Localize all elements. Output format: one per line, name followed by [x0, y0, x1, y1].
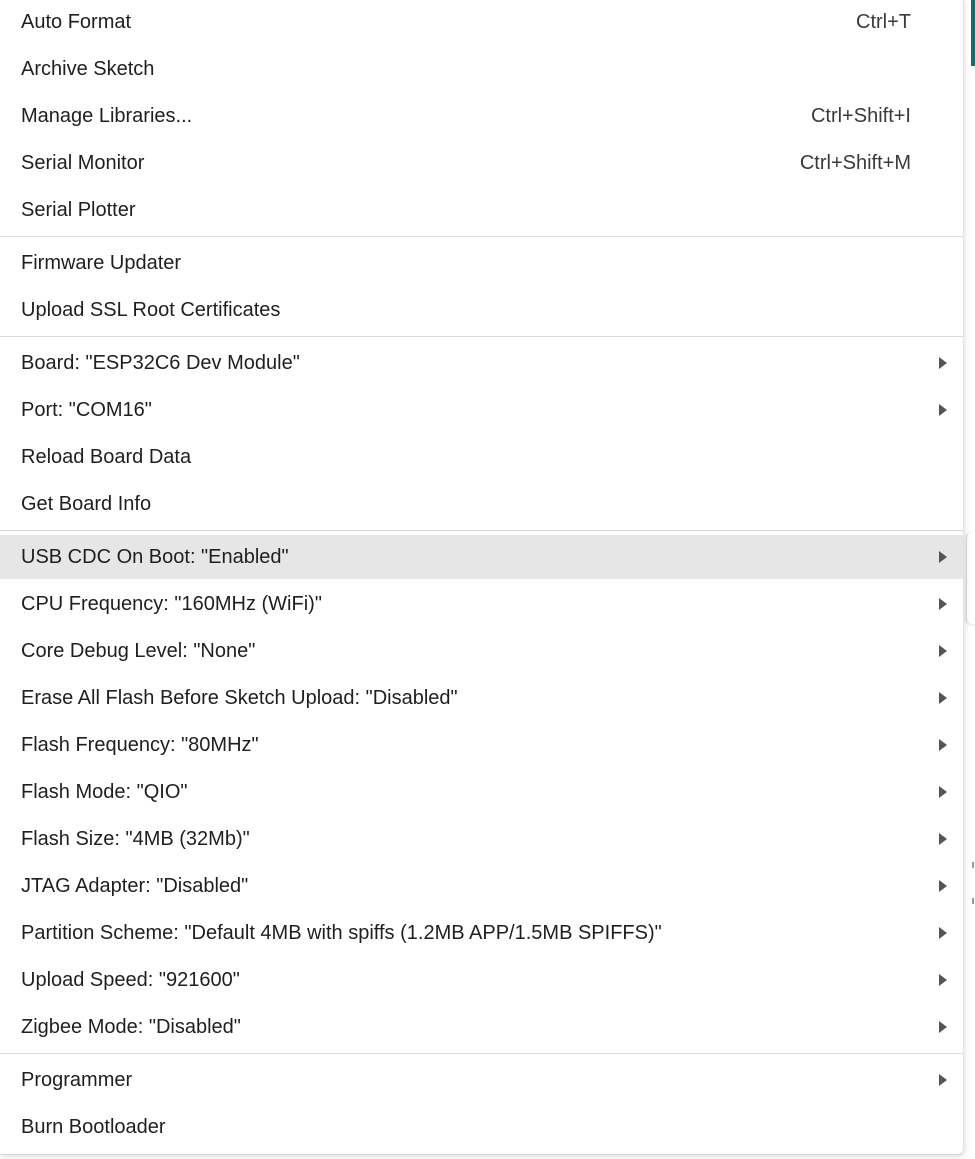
menu-item-board[interactable]: Board: "ESP32C6 Dev Module" [0, 341, 963, 385]
menu-item-label: Flash Size: "4MB (32Mb)" [21, 827, 250, 850]
menu-item-label: Upload Speed: "921600" [21, 968, 240, 991]
menu-item-label: Get Board Info [21, 492, 152, 515]
menu-item-core-debug-level[interactable]: Core Debug Level: "None" [0, 629, 963, 673]
background-divider [972, 898, 974, 904]
menu-item-flash-size[interactable]: Flash Size: "4MB (32Mb)" [0, 817, 963, 861]
chevron-right-icon [939, 739, 947, 751]
menu-item-partition-scheme[interactable]: Partition Scheme: "Default 4MB with spif… [0, 911, 963, 955]
menu-item-usb-cdc-on-boot[interactable]: USB CDC On Boot: "Enabled" [0, 535, 963, 579]
menu-separator [0, 336, 963, 337]
menu-item-label: Flash Mode: "QIO" [21, 780, 188, 803]
chevron-right-icon [939, 786, 947, 798]
menu-item-label: Serial Plotter [21, 198, 136, 221]
menu-item-label: Burn Bootloader [21, 1115, 166, 1138]
menu-item-label: USB CDC On Boot: "Enabled" [21, 545, 289, 568]
menu-item-get-board-info[interactable]: Get Board Info [0, 482, 963, 526]
chevron-right-icon [939, 833, 947, 845]
menu-item-label: Auto Format [21, 10, 132, 33]
chevron-right-icon [939, 880, 947, 892]
tools-menu: Auto Format Ctrl+T Archive Sketch Manage… [0, 0, 964, 1155]
screen: Auto Format Ctrl+T Archive Sketch Manage… [0, 0, 975, 1159]
chevron-right-icon [939, 598, 947, 610]
menu-item-flash-mode[interactable]: Flash Mode: "QIO" [0, 770, 963, 814]
menu-item-flash-frequency[interactable]: Flash Frequency: "80MHz" [0, 723, 963, 767]
chevron-right-icon [939, 551, 947, 563]
menu-item-label: Partition Scheme: "Default 4MB with spif… [21, 921, 662, 944]
menu-item-label: Programmer [21, 1068, 133, 1091]
menu-item-label: Erase All Flash Before Sketch Upload: "D… [21, 686, 458, 709]
menu-item-label: Serial Monitor [21, 151, 145, 174]
menu-item-jtag-adapter[interactable]: JTAG Adapter: "Disabled" [0, 864, 963, 908]
menu-item-port[interactable]: Port: "COM16" [0, 388, 963, 432]
menu-separator [0, 236, 963, 237]
menu-item-reload-board-data[interactable]: Reload Board Data [0, 435, 963, 479]
chevron-right-icon [939, 927, 947, 939]
menu-item-serial-plotter[interactable]: Serial Plotter [0, 188, 963, 232]
chevron-right-icon [939, 1021, 947, 1033]
menu-item-label: Core Debug Level: "None" [21, 639, 256, 662]
menu-item-programmer[interactable]: Programmer [0, 1058, 963, 1102]
menu-item-zigbee-mode[interactable]: Zigbee Mode: "Disabled" [0, 1005, 963, 1049]
menu-item-label: Firmware Updater [21, 251, 182, 274]
menu-item-label: Flash Frequency: "80MHz" [21, 733, 259, 756]
menu-item-serial-monitor[interactable]: Serial Monitor Ctrl+Shift+M [0, 141, 963, 185]
chevron-right-icon [939, 404, 947, 416]
shortcut-label: Ctrl+T [856, 10, 911, 33]
menu-item-cpu-frequency[interactable]: CPU Frequency: "160MHz (WiFi)" [0, 582, 963, 626]
menu-item-upload-speed[interactable]: Upload Speed: "921600" [0, 958, 963, 1002]
menu-separator [0, 530, 963, 531]
chevron-right-icon [939, 1074, 947, 1086]
chevron-right-icon [939, 645, 947, 657]
menu-item-label: Board: "ESP32C6 Dev Module" [21, 351, 300, 374]
menu-item-label: Zigbee Mode: "Disabled" [21, 1015, 241, 1038]
menu-item-label: Manage Libraries... [21, 104, 193, 127]
menu-item-upload-ssl-root-certificates[interactable]: Upload SSL Root Certificates [0, 288, 963, 332]
menu-item-firmware-updater[interactable]: Firmware Updater [0, 241, 963, 285]
window-edge [971, 0, 975, 66]
chevron-right-icon [939, 974, 947, 986]
menu-item-erase-all-flash[interactable]: Erase All Flash Before Sketch Upload: "D… [0, 676, 963, 720]
menu-item-manage-libraries[interactable]: Manage Libraries... Ctrl+Shift+I [0, 94, 963, 138]
background-divider [972, 862, 974, 868]
menu-separator [0, 1053, 963, 1054]
menu-item-label: JTAG Adapter: "Disabled" [21, 874, 249, 897]
menu-item-label: Port: "COM16" [21, 398, 152, 421]
chevron-right-icon [939, 692, 947, 704]
menu-item-label: Reload Board Data [21, 445, 192, 468]
menu-item-label: Upload SSL Root Certificates [21, 298, 281, 321]
chevron-right-icon [939, 357, 947, 369]
menu-item-label: Archive Sketch [21, 57, 155, 80]
submenu-panel-edge [966, 532, 975, 624]
menu-item-label: CPU Frequency: "160MHz (WiFi)" [21, 592, 322, 615]
menu-item-burn-bootloader[interactable]: Burn Bootloader [0, 1105, 963, 1149]
menu-item-auto-format[interactable]: Auto Format Ctrl+T [0, 0, 963, 44]
menu-item-archive-sketch[interactable]: Archive Sketch [0, 47, 963, 91]
shortcut-label: Ctrl+Shift+M [799, 151, 911, 174]
shortcut-label: Ctrl+Shift+I [810, 104, 911, 127]
